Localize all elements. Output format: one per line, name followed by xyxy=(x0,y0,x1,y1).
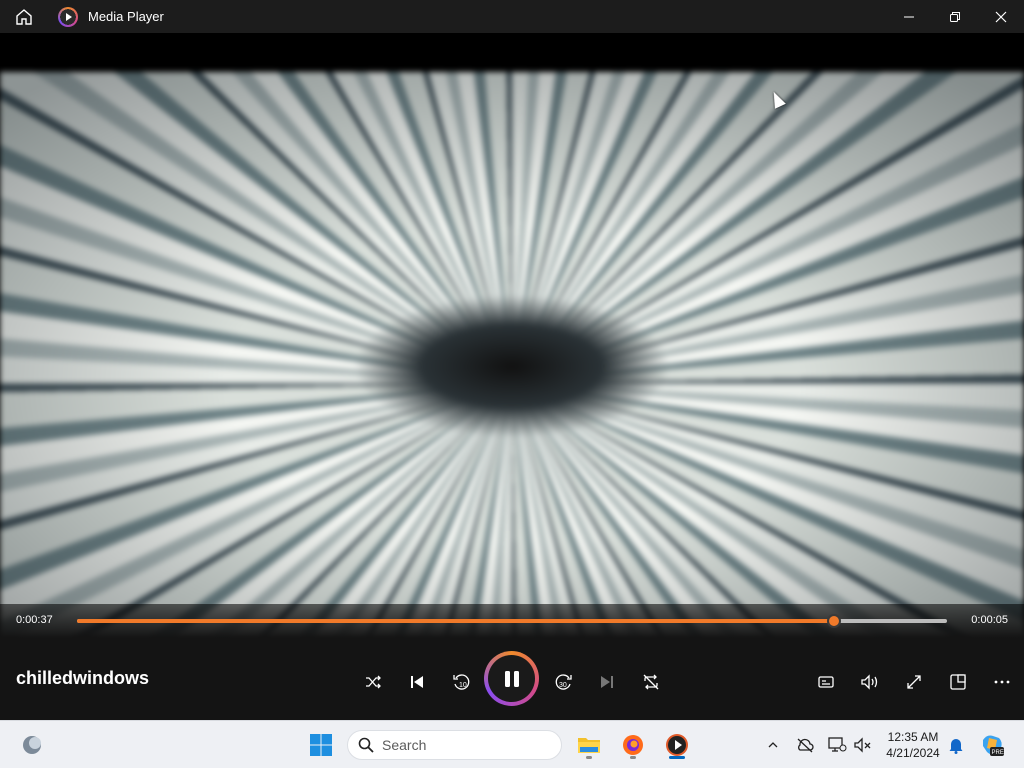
folder-icon xyxy=(578,738,600,753)
seek-bar[interactable] xyxy=(77,614,947,628)
running-indicator xyxy=(630,756,636,759)
show-hidden-icons-button[interactable] xyxy=(764,729,782,761)
video-area[interactable] xyxy=(0,33,1024,638)
copilot-icon: PRE xyxy=(983,735,1004,756)
previous-icon xyxy=(411,676,423,688)
shuffle-button[interactable] xyxy=(355,664,391,700)
clock-date: 4/21/2024 xyxy=(886,746,940,760)
restore-icon xyxy=(950,11,960,22)
captions-button[interactable] xyxy=(808,664,844,700)
close-button[interactable] xyxy=(978,0,1024,33)
skip-back-10-button[interactable]: 10 xyxy=(443,664,479,700)
more-icon xyxy=(994,680,1010,684)
mini-player-icon xyxy=(950,674,966,690)
media-player-icon xyxy=(666,734,688,756)
firefox-icon xyxy=(623,735,643,755)
minimize-icon xyxy=(904,16,914,17)
track-title: chilledwindows xyxy=(16,668,150,688)
play-pause-button[interactable] xyxy=(484,651,539,706)
restore-button[interactable] xyxy=(932,0,978,33)
volume-icon xyxy=(861,674,878,690)
more-options-button[interactable] xyxy=(984,664,1020,700)
widgets-button[interactable] xyxy=(16,729,48,761)
current-time: 0:00:37 xyxy=(16,614,53,626)
svg-text:10: 10 xyxy=(459,682,467,689)
shuffle-icon xyxy=(366,675,381,689)
playback-controls: 0:00:37 0:00:05 chilledwindows 10 30 xyxy=(0,604,1024,720)
taskbar: Search 12:35 AM 4/21/2024 PRE xyxy=(0,720,1024,768)
home-button[interactable] xyxy=(0,0,48,33)
close-icon xyxy=(995,11,1007,22)
notifications-button[interactable] xyxy=(946,729,966,761)
search-icon xyxy=(358,737,374,753)
mini-player-button[interactable] xyxy=(940,664,976,700)
skip-forward-30-button[interactable]: 30 xyxy=(546,664,582,700)
next-icon xyxy=(601,676,613,688)
network-button[interactable] xyxy=(826,729,848,761)
media-player-app-icon xyxy=(58,6,78,27)
network-icon xyxy=(828,737,847,752)
taskbar-search-input[interactable]: Search xyxy=(347,730,562,760)
firefox-button[interactable] xyxy=(617,729,649,761)
cloud-offline-icon xyxy=(797,738,814,753)
fullscreen-button[interactable] xyxy=(896,664,932,700)
taskbar-clock[interactable]: 12:35 AM 4/21/2024 xyxy=(878,729,948,761)
duration-time: 0:00:05 xyxy=(971,614,1008,626)
video-frame xyxy=(0,72,1024,638)
svg-text:30: 30 xyxy=(559,682,567,689)
pause-icon xyxy=(504,670,519,687)
forward-30-icon: 30 xyxy=(555,674,572,690)
chevron-up-icon xyxy=(768,742,778,748)
rewind-10-icon: 10 xyxy=(453,674,470,690)
captions-icon xyxy=(818,676,834,688)
fullscreen-icon xyxy=(907,675,921,689)
svg-text:PRE: PRE xyxy=(992,750,1004,756)
media-player-taskbar-button[interactable] xyxy=(661,729,693,761)
copilot-button[interactable]: PRE xyxy=(978,729,1006,761)
volume-button[interactable] xyxy=(852,664,888,700)
previous-button[interactable] xyxy=(399,664,435,700)
windows-logo-icon xyxy=(310,734,332,756)
sound-button[interactable] xyxy=(852,729,874,761)
speaker-muted-icon xyxy=(854,737,871,753)
onedrive-button[interactable] xyxy=(794,729,816,761)
running-indicator xyxy=(586,756,592,759)
search-placeholder: Search xyxy=(382,737,427,753)
bell-icon xyxy=(949,739,963,754)
title-bar: Media Player xyxy=(0,0,1024,33)
window-title: Media Player xyxy=(88,9,164,24)
seek-bar-progress xyxy=(77,619,834,623)
clock-time: 12:35 AM xyxy=(887,730,939,744)
seek-bar-thumb[interactable] xyxy=(826,614,841,628)
file-explorer-button[interactable] xyxy=(573,729,605,761)
repeat-button[interactable] xyxy=(633,664,669,700)
repeat-off-icon xyxy=(643,674,659,690)
home-icon xyxy=(16,8,32,25)
running-indicator-active xyxy=(669,756,685,759)
weather-icon xyxy=(23,736,41,754)
next-button[interactable] xyxy=(589,664,625,700)
start-button[interactable] xyxy=(305,729,337,761)
minimize-button[interactable] xyxy=(886,0,932,33)
